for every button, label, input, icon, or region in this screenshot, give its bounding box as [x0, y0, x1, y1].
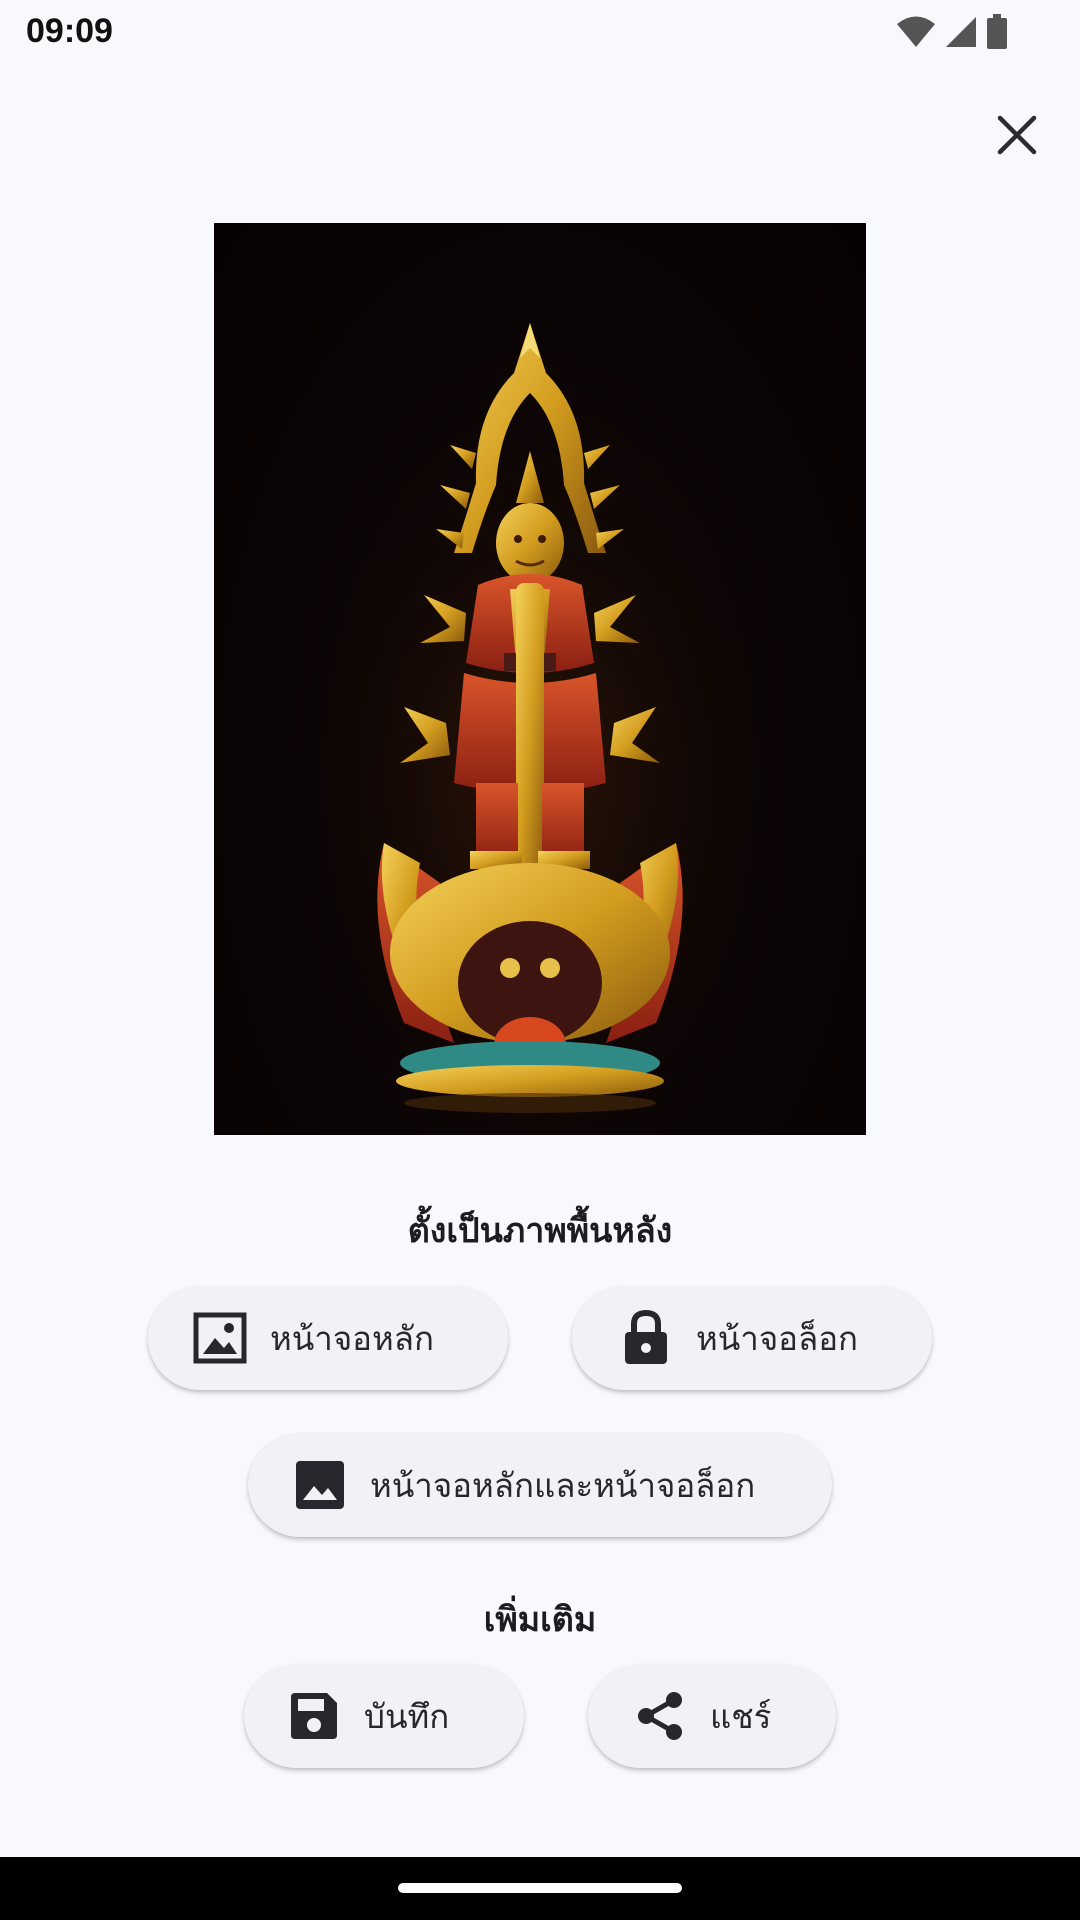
statue-figure — [270, 323, 790, 1135]
home-screen-button[interactable]: หน้าจอหลัก — [148, 1286, 508, 1390]
share-icon — [632, 1688, 688, 1744]
status-time: 09:09 — [26, 12, 113, 50]
signal-icon — [944, 15, 978, 53]
save-icon — [286, 1688, 342, 1744]
close-button[interactable] — [992, 112, 1042, 162]
wifi-icon — [896, 15, 936, 53]
status-icons — [896, 14, 1008, 54]
home-wallpaper-icon — [192, 1310, 248, 1366]
home-and-lock-screen-label: หน้าจอหลักและหน้าจอล็อก — [370, 1465, 756, 1505]
image-icon — [292, 1457, 348, 1513]
save-button[interactable]: บันทึก — [244, 1664, 524, 1768]
home-gesture-handle[interactable] — [398, 1883, 682, 1893]
battery-icon — [986, 14, 1008, 54]
lock-icon — [618, 1310, 674, 1366]
set-wallpaper-title: ตั้งเป็นภาพพื้นหลัง — [407, 1211, 673, 1251]
more-title: เพิ่มเติม — [483, 1600, 597, 1640]
close-icon — [996, 114, 1038, 160]
share-label: แชร์ — [710, 1696, 772, 1736]
navigation-bar — [0, 1857, 1080, 1920]
home-and-lock-screen-button[interactable]: หน้าจอหลักและหน้าจอล็อก — [248, 1433, 832, 1537]
wallpaper-preview — [214, 223, 866, 1135]
save-label: บันทึก — [364, 1696, 450, 1736]
lock-screen-label: หน้าจอล็อก — [696, 1318, 859, 1358]
share-button[interactable]: แชร์ — [588, 1664, 836, 1768]
lock-screen-button[interactable]: หน้าจอล็อก — [572, 1286, 932, 1390]
home-screen-label: หน้าจอหลัก — [270, 1318, 434, 1358]
status-bar: 09:09 — [0, 0, 1080, 66]
